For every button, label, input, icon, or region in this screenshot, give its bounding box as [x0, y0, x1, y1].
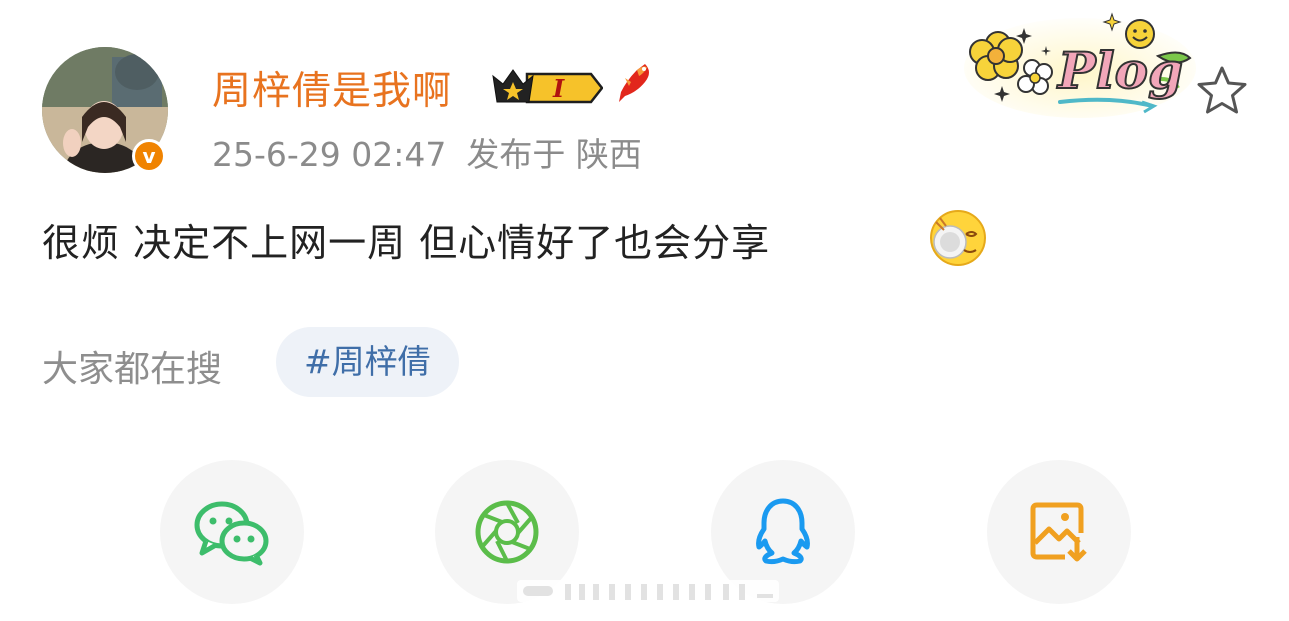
post-date: 25-6-29 02:47	[212, 135, 447, 174]
koi-fish-icon	[615, 60, 655, 104]
post-text: 很烦 决定不上网一周 但心情好了也会分享	[42, 221, 771, 265]
verified-badge-icon: v	[132, 139, 166, 173]
dizzy-emoji-icon	[926, 206, 988, 268]
author-name[interactable]: 周梓倩是我啊	[212, 60, 452, 116]
trending-label: 大家都在搜	[42, 349, 223, 390]
plog-text: Plog	[1056, 41, 1183, 100]
watermark-handle	[517, 576, 779, 606]
favorite-star-icon[interactable]	[1194, 64, 1250, 118]
share-wechat-button[interactable]	[160, 460, 304, 604]
qq-icon	[756, 498, 810, 565]
member-level-badge[interactable]: I	[491, 62, 604, 106]
wechat-icon	[194, 501, 269, 566]
moments-icon	[475, 500, 539, 564]
plog-sticker: Plog	[962, 10, 1197, 120]
save-image-icon	[1030, 502, 1087, 562]
flower-icon	[969, 31, 1023, 81]
post-location: 发布于 陕西	[466, 135, 642, 174]
trending-tag[interactable]: #周梓倩	[276, 327, 459, 397]
level-number: I	[552, 74, 565, 103]
post-meta: 25-6-29 02:47 发布于 陕西	[212, 128, 662, 176]
save-image-button[interactable]	[987, 460, 1131, 604]
